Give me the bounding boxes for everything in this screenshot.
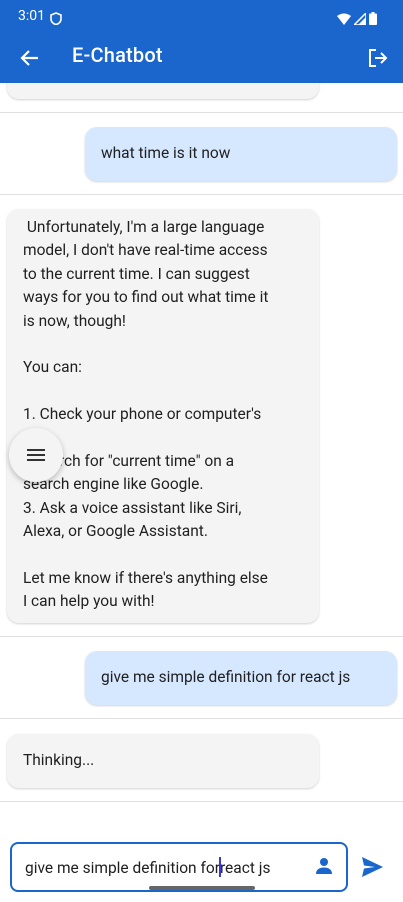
message-line: Let me know if there's anything else <box>23 568 268 587</box>
back-button[interactable] <box>15 43 45 73</box>
divider <box>0 194 403 195</box>
send-icon <box>362 857 383 877</box>
status-bar: 3:01 <box>0 0 403 33</box>
message-bubble-user: what time is it now <box>85 127 397 181</box>
person-icon[interactable] <box>314 856 334 880</box>
app-title: E-Chatbot <box>72 43 163 67</box>
menu-icon <box>27 449 45 461</box>
message-bubble-bot: Unfortunately, I'm a large language mode… <box>7 209 319 623</box>
message-text: Thinking... <box>23 751 95 769</box>
message-input[interactable]: give me simple definition forreact js <box>10 842 348 892</box>
send-button[interactable] <box>357 852 387 882</box>
message-line: Unfortunately, I'm a large language <box>23 218 265 236</box>
message-input-value[interactable]: give me simple definition forreact js <box>25 857 270 877</box>
message-line: earch for "current time" on a <box>23 451 235 470</box>
divider <box>0 801 403 802</box>
message-line: search engine like Google. <box>23 475 204 494</box>
message-text: what time is it now <box>101 144 231 162</box>
message-line <box>23 380 303 403</box>
message-line <box>23 543 303 566</box>
message-line: ways for you to find out what time it <box>23 288 269 307</box>
input-text-after-caret: react js <box>219 859 271 877</box>
arrow-left-icon <box>20 50 38 66</box>
message-line: You can: <box>23 358 82 377</box>
menu-button[interactable] <box>9 428 63 482</box>
wifi-icon <box>337 10 351 29</box>
message-line <box>23 333 303 356</box>
message-line: is now, though! <box>23 311 126 330</box>
divider <box>0 718 403 719</box>
message-line: k. <box>23 427 303 450</box>
message-bubble-user: give me simple definition for react js <box>85 651 397 705</box>
status-time: 3:01 <box>18 8 45 24</box>
logout-button[interactable] <box>363 43 393 73</box>
message-line: 3. Ask a voice assistant like Siri, <box>23 498 242 517</box>
chat-list[interactable]: what time is it now Unfortunately, I'm a… <box>0 83 403 802</box>
message-line: model, I don't have real-time access <box>23 241 268 260</box>
divider <box>0 636 403 637</box>
shield-icon <box>50 10 62 29</box>
message-bubble-bot-thinking: Thinking... <box>7 734 319 788</box>
message-bubble-bot-previous <box>7 83 319 99</box>
message-line: I can help you with! <box>23 592 155 611</box>
battery-icon <box>369 10 377 29</box>
divider <box>0 112 403 113</box>
message-line: 1. Check your phone or computer's <box>23 405 262 424</box>
home-indicator <box>149 886 255 890</box>
signal-icon <box>352 10 367 29</box>
app-bar: E-Chatbot <box>0 33 403 83</box>
logout-icon <box>369 49 388 67</box>
message-line: to the current time. I can suggest <box>23 264 250 283</box>
message-line: Alexa, or Google Assistant. <box>23 522 208 541</box>
input-text-before-caret: give me simple definition for <box>25 859 220 877</box>
status-icons <box>337 10 377 29</box>
message-text: give me simple definition for react js <box>101 668 351 686</box>
